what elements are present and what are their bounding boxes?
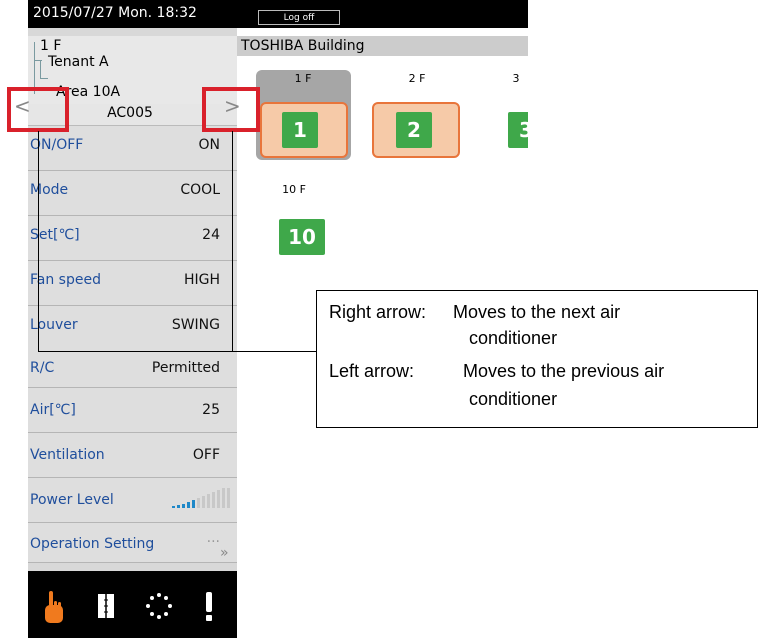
callout-right-desc: Moves to the next air <box>453 302 621 322</box>
tree-floor[interactable]: 1 F <box>40 38 61 54</box>
floor-tile-3[interactable]: 3 <box>508 112 528 148</box>
bracket-line <box>38 131 39 352</box>
floor-label: 3 <box>512 72 520 85</box>
hand-pointer-icon[interactable] <box>42 587 66 627</box>
connector-line <box>38 351 316 352</box>
loading-circle-icon[interactable] <box>144 591 174 621</box>
building-name: TOSHIBA Building <box>241 38 365 54</box>
setting-value: ··· <box>206 534 220 550</box>
setting-value: Permitted <box>151 360 220 376</box>
log-off-button[interactable]: Log off <box>258 10 340 25</box>
floor-label: 1 F <box>294 72 312 85</box>
left-arrow-highlight <box>7 87 69 132</box>
bracket-line <box>232 131 233 352</box>
setting-value: SWING <box>171 317 220 333</box>
setting-value: COOL <box>180 182 220 198</box>
floor-label: 2 F <box>408 72 426 85</box>
setting-value: ON <box>198 137 221 153</box>
setting-value: 25 <box>202 402 220 418</box>
setting-label: R/C <box>30 360 55 376</box>
floor-number: 2 <box>396 112 432 148</box>
setting-label: Fan speed <box>30 272 101 288</box>
floor-label: 10 F <box>282 183 306 196</box>
more-button[interactable]: » <box>220 545 229 561</box>
right-arrow-highlight <box>202 87 260 132</box>
datetime-display: 2015/07/27 Mon. 18:32 <box>33 5 197 21</box>
setting-label: Ventilation <box>30 447 105 463</box>
callout-right-term: Right arrow: <box>329 302 427 322</box>
setting-label: Power Level <box>30 492 114 508</box>
setting-value: 24 <box>202 227 220 243</box>
alert-exclamation-icon[interactable] <box>203 590 215 624</box>
floor-number: 3 <box>508 112 528 148</box>
floor-tile-10[interactable]: 10 <box>279 219 325 255</box>
tree-tenant[interactable]: Tenant A <box>48 54 109 70</box>
callout-left-desc-cont: conditioner <box>469 389 558 409</box>
unit-name: AC005 <box>107 105 153 121</box>
setting-value: HIGH <box>183 272 220 288</box>
callout-left-desc: Moves to the previous air <box>463 361 665 381</box>
callout-left-term: Left arrow: <box>329 361 415 381</box>
setting-label: Air[℃] <box>30 402 76 418</box>
power-level-bars-icon <box>172 488 230 508</box>
callout-right-desc-cont: conditioner <box>469 328 558 348</box>
setting-value: OFF <box>192 447 220 463</box>
schedule-book-icon[interactable] <box>96 590 116 624</box>
setting-label: Mode <box>30 182 69 198</box>
floor-number: 1 <box>282 112 318 148</box>
